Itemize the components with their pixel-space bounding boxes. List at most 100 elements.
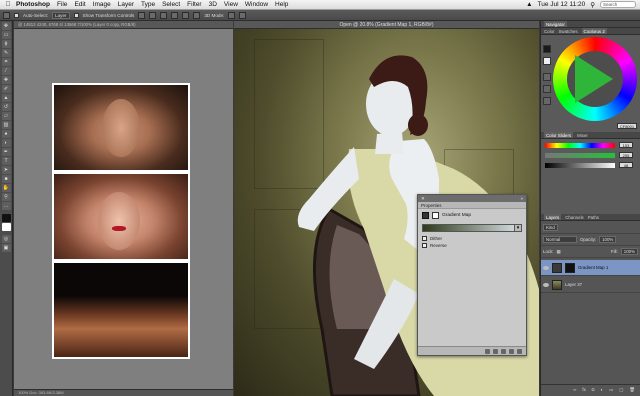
zoom-tool[interactable]: ⚲ (1, 193, 11, 201)
menu-window[interactable]: Window (245, 1, 268, 8)
dither-option[interactable]: Dither (418, 234, 526, 241)
menu-edit[interactable]: Edit (74, 1, 85, 8)
blend-mode-dropdown[interactable]: Normal (543, 236, 577, 243)
properties-titlebar[interactable]: ✕ » (418, 195, 526, 202)
color-triangle[interactable] (575, 55, 613, 103)
filter-kind-dropdown[interactable]: Kind (543, 224, 558, 231)
visibility-icon[interactable] (509, 348, 514, 354)
auto-select-dropdown[interactable]: Layer (52, 11, 70, 19)
brush-tool[interactable]: ✐ (1, 85, 11, 93)
view-previous-icon[interactable] (493, 348, 498, 354)
slider-value-2[interactable]: 255 (619, 152, 633, 158)
foreground-swatch[interactable] (543, 45, 551, 53)
marquee-tool[interactable]: ▭ (1, 31, 11, 39)
wifi-icon[interactable]: ▲ (526, 1, 532, 8)
gradient-picker[interactable]: ▾ (422, 224, 522, 232)
align-center-icon[interactable] (182, 11, 190, 19)
3d-pan-icon[interactable] (239, 11, 247, 19)
pen-tool[interactable]: ✒ (1, 148, 11, 156)
reference-canvas[interactable] (52, 83, 190, 359)
auto-select-checkbox[interactable] (14, 12, 19, 18)
tab-channels[interactable]: Channels (565, 214, 584, 220)
tab-mixer[interactable]: Mixer (577, 132, 588, 138)
quick-select-tool[interactable]: ✎ (1, 49, 11, 57)
visibility-eye-icon[interactable] (543, 282, 549, 287)
tab-paths[interactable]: Paths (588, 214, 599, 220)
tab-navigator[interactable]: Navigator (544, 21, 567, 27)
crop-tool[interactable]: ⌗ (1, 58, 11, 66)
dodge-tool[interactable]: ◐ (1, 139, 11, 147)
tab-color-sliders[interactable]: Color Sliders (544, 132, 574, 138)
move-tool-icon[interactable] (3, 11, 10, 19)
hex-field[interactable]: CF8001 (617, 123, 637, 129)
trash-icon[interactable]: 🗑 (629, 387, 635, 393)
menu-type[interactable]: Type (141, 1, 155, 8)
saturation-slider[interactable] (545, 153, 615, 158)
new-adjustment-icon[interactable]: ◐ (600, 387, 603, 392)
reverse-option[interactable]: Reverse (418, 241, 526, 248)
clock[interactable]: Tue Jul 12 11:20 (538, 1, 586, 8)
visibility-eye-icon[interactable] (543, 265, 549, 270)
properties-tab[interactable]: Properties (418, 202, 526, 209)
reverse-checkbox[interactable] (422, 243, 427, 248)
lasso-tool[interactable]: ϕ (1, 40, 11, 48)
menu-3d[interactable]: 3D (209, 1, 217, 8)
main-document-tab[interactable]: Open @ 20.8% (Gradient Map 1, RGB/8#) (234, 21, 539, 29)
menu-layer[interactable]: Layer (118, 1, 134, 8)
fx-icon[interactable]: fx (582, 387, 585, 392)
properties-collapse-icon[interactable]: » (520, 195, 526, 202)
brightness-slider[interactable] (545, 163, 615, 168)
path-select-tool[interactable]: ➤ (1, 166, 11, 174)
menu-help[interactable]: Help (275, 1, 288, 8)
menu-filter[interactable]: Filter (187, 1, 201, 8)
align-middle-icon[interactable] (149, 11, 157, 19)
foreground-color-swatch[interactable] (1, 214, 11, 222)
lock-icon[interactable]: ▦ (557, 249, 561, 255)
search-field[interactable]: Search (600, 1, 636, 8)
align-right-icon[interactable] (193, 11, 201, 19)
eyedropper-tool[interactable]: ⁄ (1, 67, 11, 75)
eraser-tool[interactable]: ▱ (1, 112, 11, 120)
slider-value-3[interactable]: 48 (619, 162, 633, 168)
reference-document-window[interactable]: @ 14813 4240, 6768 4/ 13568 7/100% (Laye… (14, 21, 233, 396)
menu-app-name[interactable]: Photoshop (16, 1, 50, 8)
align-left-icon[interactable] (171, 11, 179, 19)
layer-row-gradient-map[interactable]: Gradient Map 1 (541, 260, 640, 276)
edit-toolbar-icon[interactable]: … (1, 202, 11, 210)
new-group-icon[interactable]: ▭ (609, 387, 613, 393)
trash-icon[interactable] (517, 348, 522, 354)
show-transform-checkbox[interactable] (73, 12, 79, 18)
wheel-mode-icon[interactable] (543, 73, 551, 81)
wheel-settings-icon[interactable] (543, 97, 551, 105)
history-brush-tool[interactable]: ↺ (1, 103, 11, 111)
tab-color[interactable]: Color (544, 28, 555, 34)
link-icon[interactable]: ∞ (573, 387, 576, 392)
blur-tool[interactable]: ● (1, 130, 11, 138)
screen-mode-icon[interactable]: ▣ (1, 244, 11, 252)
fill-field[interactable]: 100% (620, 248, 638, 255)
color-wheel[interactable] (553, 37, 637, 121)
slider-value-1[interactable]: 153 (619, 142, 633, 148)
layer-name[interactable]: Layer 37 (565, 282, 582, 287)
reset-icon[interactable] (501, 348, 506, 354)
clip-to-layer-icon[interactable] (485, 348, 490, 354)
apple-menu-icon[interactable]:  (0, 1, 16, 8)
menu-image[interactable]: Image (93, 1, 111, 8)
dither-checkbox[interactable] (422, 236, 427, 241)
chevron-down-icon[interactable]: ▾ (514, 225, 521, 231)
properties-panel[interactable]: ✕ » Properties Gradient Map ▾ Dither Rev… (417, 194, 527, 356)
spotlight-icon[interactable]: ⚲ (590, 1, 595, 9)
gradient-tool[interactable]: ▥ (1, 121, 11, 129)
background-swatch[interactable] (543, 57, 551, 65)
menu-file[interactable]: File (57, 1, 67, 8)
hand-tool[interactable]: ✋ (1, 184, 11, 192)
hue-slider[interactable] (545, 143, 615, 148)
mask-icon[interactable] (432, 212, 439, 219)
layer-name[interactable]: Gradient Map 1 (578, 265, 608, 270)
move-tool[interactable]: ✥ (1, 22, 11, 30)
tab-coolorus[interactable]: Coolorus 2 (581, 28, 607, 34)
tab-swatches[interactable]: Swatches (559, 28, 578, 34)
tab-layers[interactable]: Layers (544, 214, 562, 220)
add-mask-icon[interactable]: ◘ (592, 387, 595, 392)
new-layer-icon[interactable]: ▢ (619, 387, 623, 393)
